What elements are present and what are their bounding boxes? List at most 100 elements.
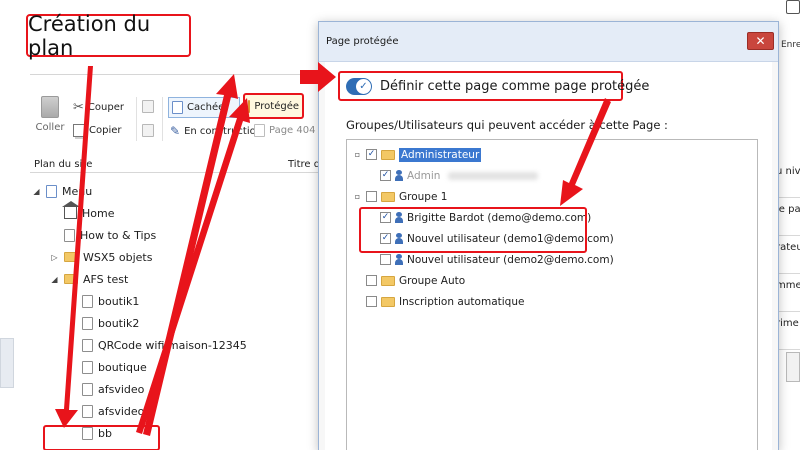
tree-item-label: QRCode wifi maison-12345: [98, 338, 247, 352]
divider: [30, 74, 320, 75]
user-item[interactable]: Admin: [353, 165, 753, 186]
expand-icon[interactable]: ▫: [353, 150, 362, 159]
page-icon: [64, 228, 75, 242]
groups-tree: ▫AdministrateurAdmin▫Groupe 1Brigitte Ba…: [346, 139, 758, 450]
dialog-titlebar[interactable]: Page protégée ✕: [319, 22, 778, 62]
hidden-page-icon: [172, 101, 183, 114]
folder-icon: [381, 149, 395, 160]
group-item[interactable]: ▫ Groupe 1: [353, 186, 753, 207]
page-icon: [82, 294, 93, 308]
hidden-label: Cachée: [187, 102, 225, 113]
cut-button[interactable]: ✂ Couper: [73, 100, 124, 115]
save-label[interactable]: Enre: [781, 40, 800, 50]
right-field[interactable]: rateu: [776, 236, 800, 274]
page-icon: [82, 316, 93, 330]
tree-item[interactable]: afsvideo2: [32, 400, 322, 422]
save-icon[interactable]: [786, 0, 800, 14]
folder-icon: [381, 191, 395, 202]
check-icon: ✓: [356, 78, 371, 94]
group-item[interactable]: ▫ Administrateur: [353, 144, 753, 165]
users-highlight: [359, 207, 587, 253]
item-label: Admin: [407, 169, 441, 182]
expand-icon[interactable]: ◢: [50, 275, 59, 284]
right-field[interactable]: mme: [776, 274, 800, 312]
redacted-email: [448, 171, 539, 180]
right-fields: u niv le pa rateu mme rime: [776, 160, 800, 350]
clipboard-icon: [41, 96, 59, 118]
checkbox[interactable]: [366, 191, 377, 202]
tree-item-label: AFS test: [83, 272, 129, 286]
right-field[interactable]: u niv: [776, 160, 800, 198]
copy-icon: [73, 124, 85, 137]
paste-button[interactable]: Coller: [36, 96, 64, 146]
menu-icon: [46, 184, 57, 198]
page404-button[interactable]: Page 404: [254, 124, 315, 137]
col-plan[interactable]: Plan du site: [34, 159, 92, 170]
tree-item[interactable]: ◢ AFS test: [32, 268, 322, 290]
expand-icon[interactable]: ▷: [50, 253, 59, 262]
protected-toggle[interactable]: ✓: [346, 77, 372, 95]
protected-button[interactable]: Protégée: [243, 93, 304, 119]
site-tree: ◢ Menu Home How to & Tips ▷ WSX5 objets ◢ AFS t…: [32, 180, 322, 444]
item-label: Nouvel utilisateur (demo2@demo.com): [407, 253, 614, 266]
tool-icon-2[interactable]: [142, 124, 154, 140]
hidden-button[interactable]: Cachée: [168, 97, 240, 118]
tree-item-label: boutique: [98, 360, 147, 374]
tree-header: Plan du site Titre de: [30, 153, 330, 173]
checkbox[interactable]: [380, 254, 391, 265]
page404-icon: [254, 124, 265, 137]
tree-item[interactable]: boutik2: [32, 312, 322, 334]
right-button[interactable]: [786, 352, 800, 382]
lock-page-icon: [248, 99, 251, 113]
checkbox[interactable]: [366, 296, 377, 307]
cut-label: Couper: [87, 102, 124, 113]
tree-item[interactable]: afsvideo: [32, 378, 322, 400]
construction-button[interactable]: ✎ En construction: [170, 124, 262, 138]
tree-item[interactable]: ▷ WSX5 objets: [32, 246, 322, 268]
right-field[interactable]: rime: [776, 312, 800, 350]
tree-item-label: Home: [82, 206, 115, 220]
user-icon: [395, 254, 403, 265]
tree-item-label: boutik1: [98, 294, 140, 308]
item-label: Administrateur: [399, 147, 482, 162]
toolbar-separator-2: [162, 97, 163, 141]
folder-icon: [64, 252, 78, 262]
protected-toggle-row[interactable]: ✓ Définir cette page comme page protégée: [338, 71, 649, 101]
expand-icon[interactable]: ▫: [353, 192, 362, 201]
tree-item[interactable]: How to & Tips: [32, 224, 322, 246]
group-item[interactable]: Inscription automatique: [353, 291, 753, 312]
tree-item-label: Menu: [62, 184, 93, 198]
side-panel-handle[interactable]: [0, 338, 14, 388]
page-icon: [82, 360, 93, 374]
tree-item-label: afsvideo2: [98, 404, 152, 418]
copy-label: Copier: [89, 125, 122, 136]
group-item[interactable]: Groupe Auto: [353, 270, 753, 291]
tree-item-label: afsvideo: [98, 382, 145, 396]
paste-label: Coller: [35, 122, 65, 133]
toolbar-separator: [136, 97, 137, 141]
page-title: Création du plan: [26, 12, 191, 60]
checkbox[interactable]: [366, 149, 377, 160]
checkbox[interactable]: [380, 170, 391, 181]
right-field[interactable]: le pa: [776, 198, 800, 236]
tree-item[interactable]: boutique: [32, 356, 322, 378]
tree-item[interactable]: Home: [32, 201, 322, 224]
close-button[interactable]: ✕: [747, 32, 774, 50]
item-label: Inscription automatique: [399, 295, 525, 308]
item-label: Groupe 1: [399, 190, 448, 203]
tree-item-label: WSX5 objets: [83, 250, 153, 264]
copy-button[interactable]: Copier: [73, 124, 122, 137]
home-icon: [62, 201, 80, 219]
protected-label: Protégée: [254, 100, 299, 112]
user-icon: [395, 170, 403, 181]
checkbox[interactable]: [366, 275, 377, 286]
folder-icon: [64, 274, 78, 284]
expand-icon[interactable]: ◢: [32, 187, 41, 196]
tool-icon-1[interactable]: [142, 100, 154, 116]
tree-item[interactable]: ◢ Menu: [32, 180, 322, 202]
page-icon: [82, 382, 93, 396]
tree-item[interactable]: boutik1: [32, 290, 322, 312]
tree-item-label: How to & Tips: [80, 228, 157, 242]
globe-folder-icon: [381, 296, 395, 307]
tree-item[interactable]: QRCode wifi maison-12345: [32, 334, 322, 356]
